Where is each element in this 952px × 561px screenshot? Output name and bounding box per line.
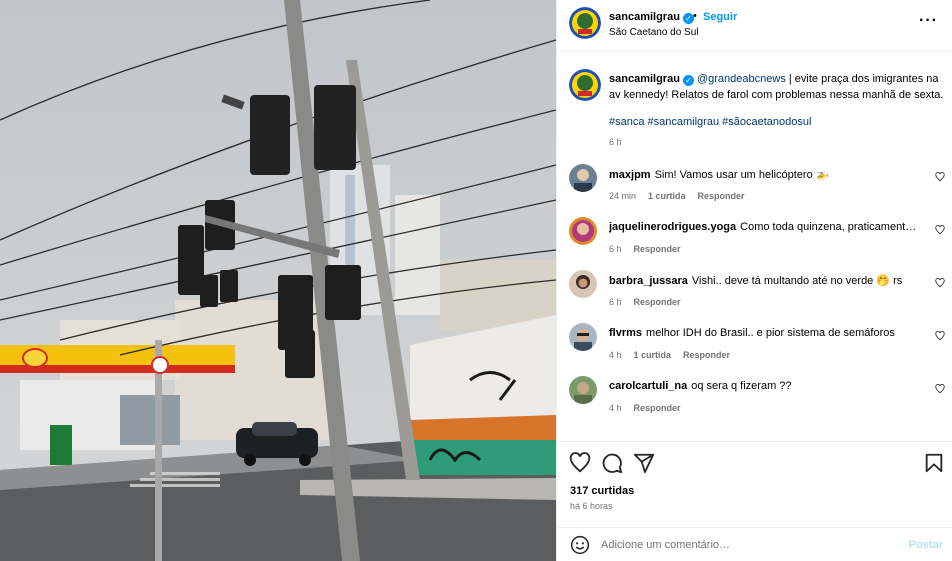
heart-icon[interactable] [935,172,945,182]
comment-meta: 6 h Responder [609,244,693,254]
heart-icon[interactable] [935,384,945,394]
comment-meta: 6 h Responder [609,297,693,307]
bookmark-icon[interactable] [923,452,945,474]
avatar[interactable] [569,164,597,192]
separator-dot: • [693,10,697,22]
caption-mention[interactable]: @grandeabcnews [697,73,786,85]
caption-text: sancamilgrau ✓ @grandeabcnews | evite pra… [609,71,945,103]
comment-meta: 4 h Responder [609,403,693,413]
traffic-lights-street-photo [0,0,556,561]
comment-body: Como toda quinzena, praticamente… [740,221,921,233]
reply-button[interactable]: Responder [698,191,745,201]
avatar[interactable] [569,270,597,298]
avatar-image [569,69,601,101]
reply-button[interactable]: Responder [634,297,681,307]
location-link[interactable]: São Caetano do Sul [609,27,699,38]
avatar[interactable] [569,376,597,404]
more-horizontal-icon[interactable]: ··· [919,12,938,30]
comment-item: maxjpm Sim! Vamos usar um helicóptero 🚁 2… [557,162,952,215]
heart-icon[interactable] [935,225,945,235]
comment-input[interactable] [601,536,901,554]
comment-likes[interactable]: 1 curtida [648,191,686,201]
comment-time: 24 min [609,191,637,201]
comment-time: 4 h [609,350,622,360]
avatar-image [569,7,601,39]
comment-icon[interactable] [601,452,623,474]
avatar-image [569,270,597,298]
comment-body: Sim! Vamos usar um helicóptero 🚁 [654,169,830,181]
caption-username[interactable]: sancamilgrau [609,73,680,85]
comment-text: maxjpm Sim! Vamos usar um helicóptero 🚁 [609,168,921,181]
comment-time: 6 h [609,244,622,254]
username[interactable]: sancamilgrau ✓ [609,11,694,24]
comments-list[interactable]: sancamilgrau ✓ @grandeabcnews | evite pra… [557,53,952,440]
comment-body: melhor IDH do Brasil.. e pior sistema de… [646,327,895,339]
add-comment-bar: Postar [557,527,952,561]
comment-likes[interactable]: 1 curtida [634,350,672,360]
avatar[interactable] [569,217,597,245]
avatar-image [569,376,597,404]
comment-time: 6 h [609,297,622,307]
comment-text: barbra_jussara Vishi.. deve tá multando a… [609,274,921,287]
comment-item: barbra_jussara Vishi.. deve tá multando a… [557,268,952,321]
comment-username[interactable]: flvrms [609,327,642,339]
caption-time: 6 h [609,137,622,147]
post-timestamp: há 6 horas [570,501,613,511]
comment-item: jaquelinerodrigues.yoga Como toda quinzen… [557,215,952,268]
caption-hashtags[interactable]: #sanca #sancamilgrau #sãocaetanodosul [609,116,811,128]
comment-item: flvrms melhor IDH do Brasil.. e pior sist… [557,321,952,374]
post-actions [557,441,952,479]
post-photo[interactable] [0,0,556,561]
post-comment-button[interactable]: Postar [909,539,943,551]
avatar[interactable] [569,69,601,101]
follow-button[interactable]: Seguir [703,11,737,23]
comment-meta: 4 h 1 curtida Responder [609,350,742,360]
comment-body: oq sera q fizeram ?? [691,380,792,392]
share-icon[interactable] [633,452,655,474]
emoji-icon[interactable] [570,535,590,555]
post-caption: sancamilgrau ✓ @grandeabcnews | evite pra… [557,53,952,153]
username-text[interactable]: sancamilgrau [609,11,680,23]
heart-icon[interactable] [569,452,591,474]
avatar-image [569,323,597,351]
avatar-image [569,164,597,192]
post-header: sancamilgrau ✓ • Seguir São Caetano do Su… [557,0,952,52]
comment-text: carolcartuli_na oq sera q fizeram ?? [609,380,921,392]
comment-time: 4 h [609,403,622,413]
comment-meta: 24 min 1 curtida Responder [609,191,757,201]
comment-item: carolcartuli_na oq sera q fizeram ?? 4 h R… [557,374,952,427]
comment-username[interactable]: barbra_jussara [609,275,688,287]
avatar[interactable] [569,323,597,351]
verified-badge-icon: ✓ [682,75,694,86]
post-side-panel: sancamilgrau ✓ • Seguir São Caetano do Su… [556,0,952,561]
heart-icon[interactable] [935,331,945,341]
reply-button[interactable]: Responder [634,244,681,254]
reply-button[interactable]: Responder [683,350,730,360]
heart-icon[interactable] [935,278,945,288]
avatar[interactable] [569,7,601,39]
reply-button[interactable]: Responder [634,403,681,413]
avatar-image [569,217,597,245]
comment-username[interactable]: carolcartuli_na [609,380,687,392]
comment-body: Vishi.. deve tá multando até no verde 🤭 … [691,275,903,287]
likes-count[interactable]: 317 curtidas [570,485,634,497]
comment-username[interactable]: jaquelinerodrigues.yoga [609,221,736,233]
comment-username[interactable]: maxjpm [609,169,651,181]
comment-text: flvrms melhor IDH do Brasil.. e pior sist… [609,327,921,339]
comment-text: jaquelinerodrigues.yoga Como toda quinzen… [609,221,921,233]
